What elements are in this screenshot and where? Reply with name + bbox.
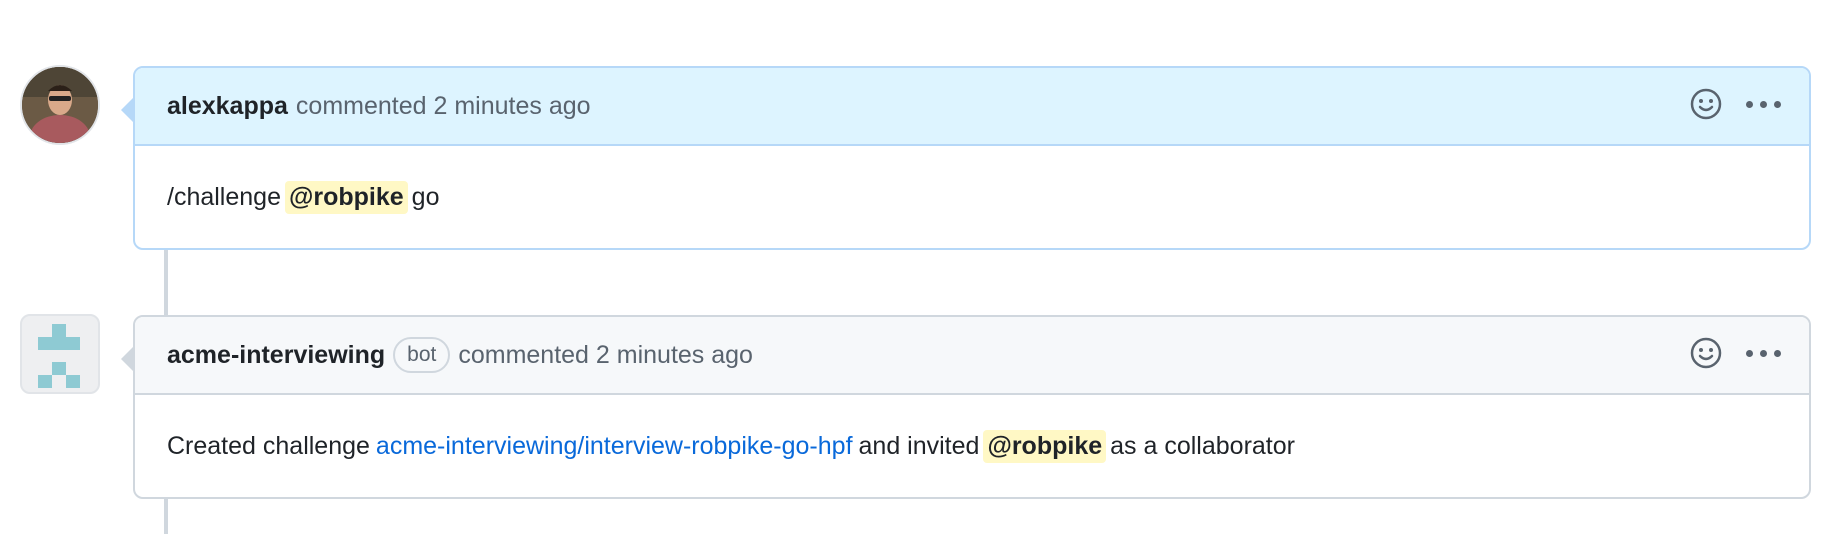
user-photo (22, 67, 98, 143)
comment-timestamp[interactable]: commented 2 minutes ago (296, 92, 591, 121)
comment-author[interactable]: alexkappa (167, 92, 288, 121)
body-text: /challenge (167, 182, 281, 211)
comment-header: alexkappa commented 2 minutes ago (135, 68, 1809, 146)
kebab-horizontal-icon[interactable] (1746, 100, 1781, 108)
body-text: Created challenge (167, 431, 370, 460)
smiley-icon[interactable] (1690, 88, 1722, 120)
user-mention[interactable]: @robpike (284, 180, 408, 214)
smiley-icon[interactable] (1690, 337, 1722, 369)
body-text: go (411, 182, 440, 211)
bot-identicon (38, 324, 80, 388)
comment-card: alexkappa commented 2 minutes ago /chall… (121, 66, 1811, 250)
comment-author[interactable]: acme-interviewing (167, 341, 385, 370)
repo-link[interactable]: acme-interviewing/interview-robpike-go-h… (376, 432, 853, 461)
comment-header: acme-interviewing bot commented 2 minute… (135, 317, 1809, 395)
comment-card: acme-interviewing bot commented 2 minute… (121, 315, 1811, 499)
comment-timestamp[interactable]: commented 2 minutes ago (458, 341, 753, 370)
kebab-horizontal-icon[interactable] (1746, 349, 1781, 357)
user-mention[interactable]: @robpike (983, 429, 1107, 463)
body-text: and invited (858, 431, 980, 460)
comment-body: Created challenge acme-interviewing/inte… (135, 395, 1809, 497)
timeline-line (164, 499, 168, 534)
bot-badge: bot (393, 337, 451, 373)
comment-body: /challenge @robpike go (135, 146, 1809, 248)
avatar-alexkappa[interactable] (20, 65, 100, 145)
timeline-line (164, 249, 168, 315)
body-text: as a collaborator (1110, 431, 1295, 460)
avatar-acme-interviewing[interactable] (20, 314, 100, 394)
